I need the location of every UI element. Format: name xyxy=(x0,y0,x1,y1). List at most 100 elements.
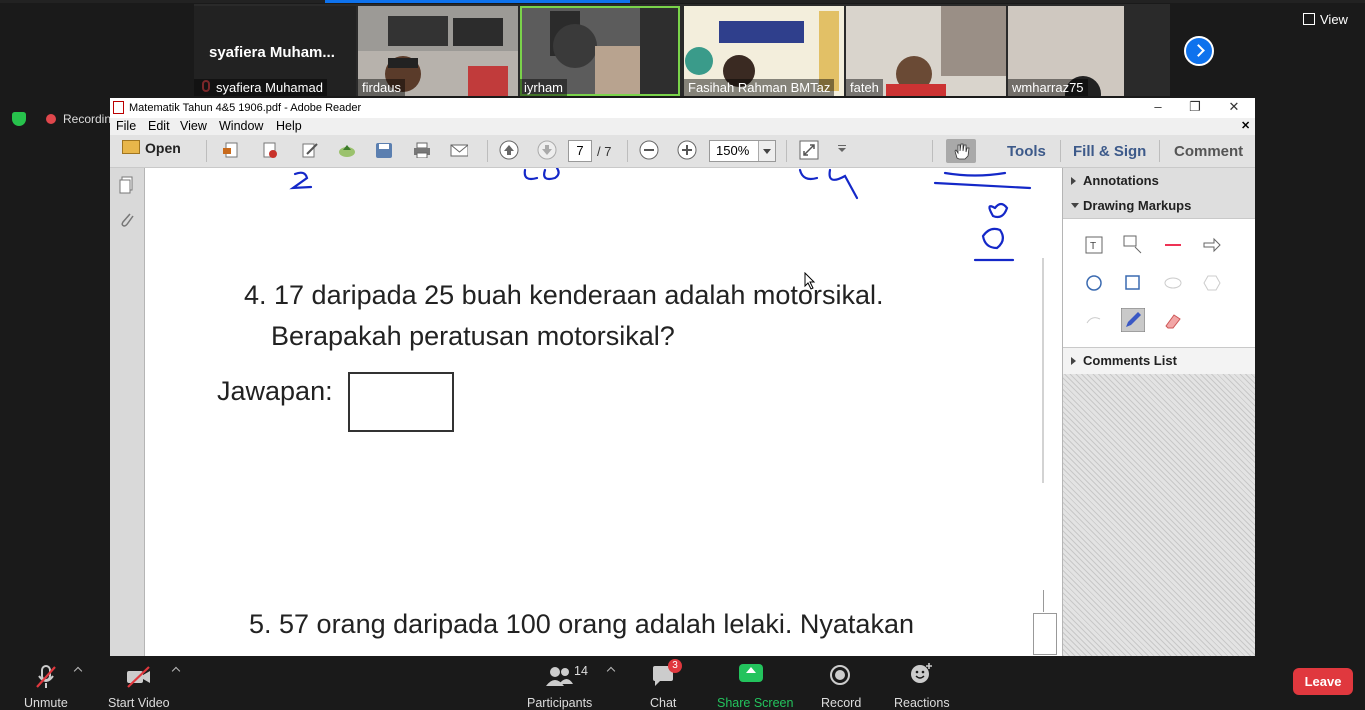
save-icon[interactable] xyxy=(375,142,393,158)
record-icon[interactable] xyxy=(829,664,851,686)
cloud-tool-icon xyxy=(1164,277,1182,289)
email-icon[interactable] xyxy=(450,142,468,158)
leave-button[interactable]: Leave xyxy=(1293,668,1353,695)
participant-tile-firdaus[interactable]: firdaus xyxy=(358,6,518,96)
drawing-markups-section-header[interactable]: Drawing Markups xyxy=(1063,193,1255,219)
tools-pane-button[interactable]: Tools xyxy=(1007,143,1046,160)
toolbar: Open 7 / 7 150% Tools Fill & Sign Commen… xyxy=(110,135,1255,168)
view-button[interactable]: View xyxy=(1303,12,1348,27)
create-pdf-icon[interactable] xyxy=(223,142,241,158)
eraser-tool-icon[interactable] xyxy=(1163,311,1183,331)
zoom-control-bar: Unmute Start Video 14 Participants 3 Cha… xyxy=(0,656,1365,710)
participant-name: fateh xyxy=(846,79,883,96)
comment-side-panel: Annotations Drawing Markups T Comments L… xyxy=(1062,168,1255,656)
chat-label: Chat xyxy=(650,696,677,710)
text-box-tool-icon[interactable]: T xyxy=(1084,235,1104,255)
video-camera-off-icon[interactable] xyxy=(125,664,153,690)
menu-edit[interactable]: Edit xyxy=(148,119,170,133)
export-pdf-icon[interactable] xyxy=(261,142,279,158)
video-gallery: syafiera Muham... syafiera Muhamad firda… xyxy=(194,4,1170,96)
window-title: Matematik Tahun 4&5 1906.pdf - Adobe Rea… xyxy=(129,102,362,114)
polygon-tool-icon xyxy=(1203,275,1221,291)
hand-icon xyxy=(954,143,970,160)
zoom-level-select[interactable]: 150% xyxy=(709,140,776,162)
chevron-up-icon[interactable] xyxy=(73,666,83,676)
chevron-right-icon xyxy=(1071,177,1076,185)
participants-count: 14 xyxy=(574,664,588,678)
chevron-up-icon[interactable] xyxy=(171,666,181,676)
restore-button[interactable]: ❐ xyxy=(1177,99,1213,117)
close-document-icon[interactable]: ✕ xyxy=(1241,119,1250,132)
page-divider-line xyxy=(1042,258,1044,483)
mouse-cursor-icon xyxy=(804,272,816,290)
share-screen-label: Share Screen xyxy=(717,696,794,710)
participant-tile-fateh[interactable]: fateh xyxy=(846,6,1006,96)
participants-icon[interactable] xyxy=(545,664,575,688)
share-screen-icon[interactable] xyxy=(739,664,763,682)
answer-box xyxy=(348,372,454,432)
document-view[interactable]: 4. 17 daripada 25 buah kenderaan adalah … xyxy=(145,168,1062,656)
page-thumbnails-icon[interactable] xyxy=(118,176,136,194)
navigation-pane xyxy=(110,168,145,656)
participant-name: wmharraz75 xyxy=(1008,79,1088,96)
next-page-icon[interactable] xyxy=(537,140,557,160)
callout-tool-icon[interactable] xyxy=(1123,235,1143,255)
zoom-out-icon[interactable] xyxy=(639,140,659,160)
fit-page-icon[interactable] xyxy=(799,140,819,160)
question-5-line-1: 5. 57 orang daripada 100 orang adalah le… xyxy=(249,609,914,639)
participant-name: iyrham xyxy=(520,79,568,96)
page-number-input[interactable]: 7 xyxy=(568,140,592,162)
question-4-line-2: Berapakah peratusan motorsikal? xyxy=(271,321,675,351)
menu-file[interactable]: File xyxy=(116,119,136,133)
attachments-paperclip-icon[interactable] xyxy=(118,210,136,228)
unmute-label: Unmute xyxy=(24,696,68,710)
fill-sign-pane-button[interactable]: Fill & Sign xyxy=(1073,143,1146,160)
menu-help[interactable]: Help xyxy=(276,119,302,133)
start-video-label: Start Video xyxy=(108,696,170,710)
polygon-line-tool-icon xyxy=(1086,317,1101,324)
toolbar-more-icon[interactable] xyxy=(836,143,848,155)
chevron-up-icon[interactable] xyxy=(606,666,616,676)
annotations-section-header[interactable]: Annotations xyxy=(1063,168,1255,194)
folder-icon xyxy=(122,140,140,154)
participant-tile-wmharraz75[interactable]: wmharraz75 xyxy=(1008,6,1124,96)
menu-window[interactable]: Window xyxy=(219,119,263,133)
answer-label: Jawapan: xyxy=(217,376,333,406)
hand-tool-button[interactable] xyxy=(946,139,976,163)
upload-cloud-icon[interactable] xyxy=(338,142,356,158)
participant-name: firdaus xyxy=(358,79,406,96)
splitter-handle[interactable] xyxy=(1033,590,1057,655)
close-button[interactable]: ✕ xyxy=(1216,99,1252,117)
question-4-line-1: 4. 17 daripada 25 buah kenderaan adalah … xyxy=(244,280,884,310)
shield-icon[interactable] xyxy=(12,112,26,126)
pencil-tool-icon[interactable] xyxy=(1121,308,1145,332)
record-label: Record xyxy=(821,696,862,710)
edit-pdf-icon[interactable] xyxy=(301,142,319,158)
zoom-top-strip xyxy=(0,0,1365,3)
microphone-muted-icon[interactable] xyxy=(34,664,58,690)
reactions-label: Reactions xyxy=(894,696,950,710)
participant-tile-self[interactable]: syafiera Muham... syafiera Muhamad xyxy=(194,6,356,96)
menu-view[interactable]: View xyxy=(180,119,207,133)
comments-list-section-header[interactable]: Comments List xyxy=(1063,347,1255,375)
comment-pane-button[interactable]: Comment xyxy=(1174,143,1243,160)
participant-tile-fasihah[interactable]: Fasihah Rahman BMTaz xyxy=(684,6,844,96)
minimize-button[interactable]: – xyxy=(1140,99,1176,117)
title-bar: Matematik Tahun 4&5 1906.pdf - Adobe Rea… xyxy=(110,98,1255,118)
previous-page-icon[interactable] xyxy=(499,140,519,160)
participant-tile-iyrham[interactable]: iyrham xyxy=(520,6,680,96)
chevron-down-icon xyxy=(1071,203,1079,208)
zoom-in-icon[interactable] xyxy=(677,140,697,160)
open-button[interactable]: Open xyxy=(122,140,181,156)
handwritten-ink-annotations xyxy=(289,168,1032,262)
reactions-emoji-icon[interactable] xyxy=(909,661,935,687)
line-tool-icon[interactable] xyxy=(1163,235,1183,255)
print-icon[interactable] xyxy=(413,142,431,158)
next-page-arrow-button[interactable] xyxy=(1184,36,1214,66)
oval-tool-icon[interactable] xyxy=(1084,273,1104,293)
rectangle-tool-icon[interactable] xyxy=(1123,273,1143,293)
svg-text:T: T xyxy=(1090,241,1096,252)
recording-indicator[interactable]: Recording xyxy=(46,112,118,126)
pdf-icon xyxy=(113,101,124,114)
arrow-tool-icon[interactable] xyxy=(1202,235,1222,255)
